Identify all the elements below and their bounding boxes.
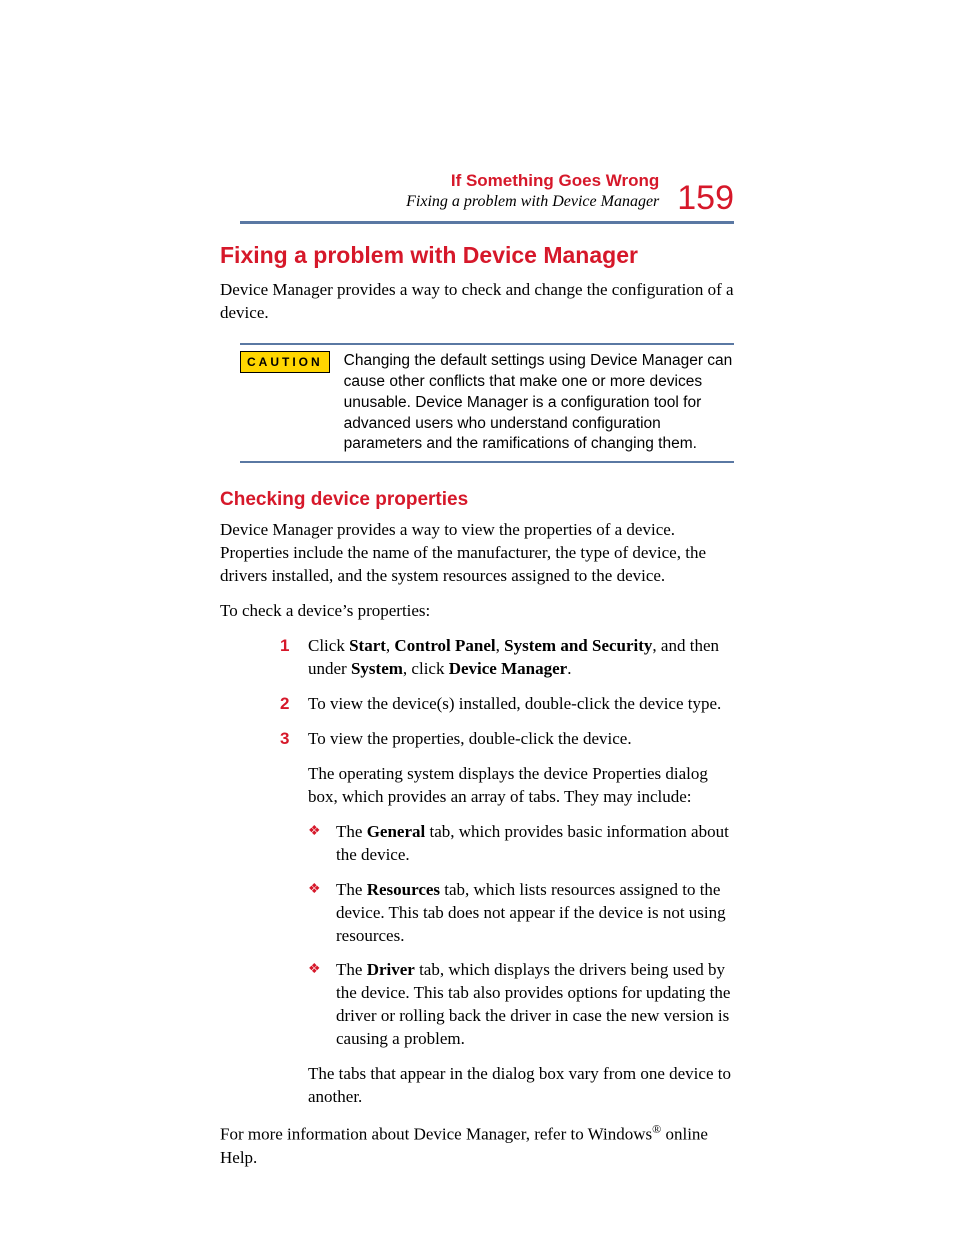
header-section-title: Fixing a problem with Device Manager <box>406 192 659 213</box>
caution-bottom-rule <box>240 461 734 463</box>
steps-list: 1 Click Start, Control Panel, System and… <box>280 635 734 1109</box>
step-number: 3 <box>280 728 294 1109</box>
bullet-resources: ❖ The Resources tab, which lists resourc… <box>308 879 734 948</box>
step-body: Click Start, Control Panel, System and S… <box>308 635 734 681</box>
tab-bullets: ❖ The General tab, which provides basic … <box>308 821 734 1051</box>
caution-box: CAUTION Changing the default settings us… <box>240 343 734 464</box>
diamond-bullet-icon: ❖ <box>308 881 322 950</box>
tabs-vary-note: The tabs that appear in the dialog box v… <box>308 1063 734 1109</box>
footer-paragraph: For more information about Device Manage… <box>220 1121 734 1170</box>
step-1: 1 Click Start, Control Panel, System and… <box>280 635 734 681</box>
diamond-bullet-icon: ❖ <box>308 823 322 869</box>
text: The <box>336 960 367 979</box>
text: The <box>336 822 367 841</box>
text: , <box>496 636 505 655</box>
caution-row: CAUTION Changing the default settings us… <box>240 345 734 462</box>
heading-1: Fixing a problem with Device Manager <box>220 242 734 269</box>
bullet-driver: ❖ The Driver tab, which displays the dri… <box>308 959 734 1051</box>
caution-text: Changing the default settings using Devi… <box>344 351 734 456</box>
header-divider <box>240 221 734 224</box>
bold-text: System <box>351 659 403 678</box>
bold-text: General <box>367 822 426 841</box>
step-number: 2 <box>280 693 294 716</box>
text: To view the properties, double-click the… <box>308 729 632 748</box>
text: Click <box>308 636 349 655</box>
paragraph-properties: Device Manager provides a way to view th… <box>220 519 734 588</box>
bold-text: System and Security <box>504 636 652 655</box>
page-header: If Something Goes Wrong Fixing a problem… <box>240 170 734 224</box>
text: . <box>567 659 571 678</box>
step-2: 2 To view the device(s) installed, doubl… <box>280 693 734 716</box>
text: The <box>336 880 367 899</box>
chapter-title: If Something Goes Wrong <box>406 170 659 192</box>
intro-paragraph: Device Manager provides a way to check a… <box>220 279 734 325</box>
bold-text: Driver <box>367 960 415 979</box>
paragraph-to-check: To check a device’s properties: <box>220 600 734 623</box>
bold-text: Resources <box>367 880 440 899</box>
header-titles: If Something Goes Wrong Fixing a problem… <box>406 170 659 213</box>
bold-text: Start <box>349 636 386 655</box>
step-3-followup: The operating system displays the device… <box>308 763 734 809</box>
text: For more information about Device Manage… <box>220 1125 652 1144</box>
step-3: 3 To view the properties, double-click t… <box>280 728 734 1109</box>
bullet-general: ❖ The General tab, which provides basic … <box>308 821 734 867</box>
page: If Something Goes Wrong Fixing a problem… <box>0 0 954 1235</box>
bullet-text: The General tab, which provides basic in… <box>336 821 734 867</box>
header-right: If Something Goes Wrong Fixing a problem… <box>240 170 734 213</box>
diamond-bullet-icon: ❖ <box>308 961 322 1053</box>
bold-text: Control Panel <box>394 636 495 655</box>
bold-text: Device Manager <box>449 659 567 678</box>
caution-badge: CAUTION <box>240 351 330 373</box>
registered-mark: ® <box>652 1122 661 1136</box>
text: , click <box>403 659 449 678</box>
bullet-text: The Driver tab, which displays the drive… <box>336 959 734 1051</box>
step-body: To view the device(s) installed, double-… <box>308 693 734 716</box>
page-number: 159 <box>677 181 734 215</box>
bullet-text: The Resources tab, which lists resources… <box>336 879 734 948</box>
step-number: 1 <box>280 635 294 681</box>
heading-2: Checking device properties <box>220 489 734 511</box>
step-body: To view the properties, double-click the… <box>308 728 734 1109</box>
